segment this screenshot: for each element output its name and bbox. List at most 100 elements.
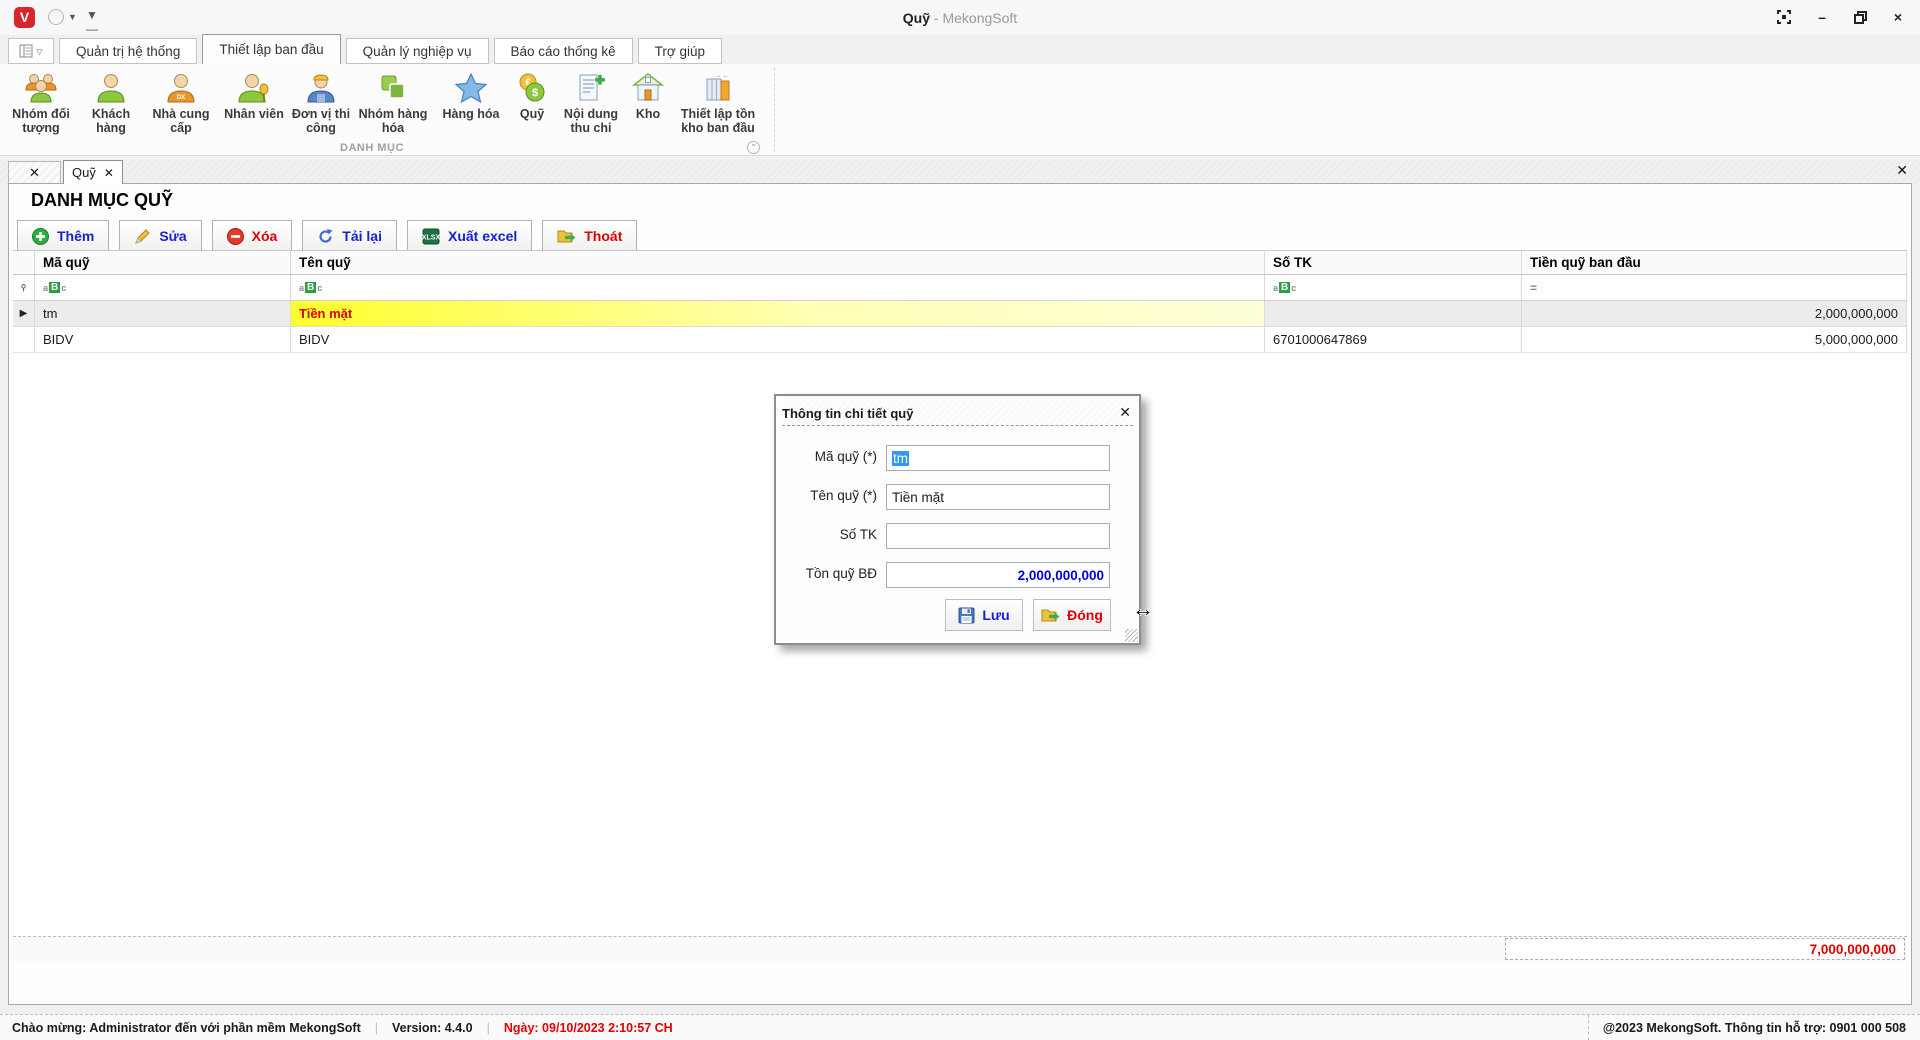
statusbar-divider [1587, 1015, 1589, 1040]
dialog-close-icon[interactable]: ✕ [1119, 404, 1131, 421]
ribbon-group-danh-muc: Nhóm đối tượng Khách hàng DX Nhà cung cấ… [0, 64, 774, 156]
tab-close-icon[interactable]: ✕ [104, 166, 114, 180]
them-button[interactable]: Thêm [17, 220, 110, 252]
cell-ma-quy[interactable]: BIDV [35, 327, 291, 352]
cell-ten-quy[interactable]: Tiền mặt [291, 301, 1265, 326]
filter-cell-ma-quy[interactable]: aBc [35, 275, 291, 300]
ma-quy-input[interactable]: tm [886, 445, 1110, 471]
column-header-so-tk[interactable]: Số TK [1265, 251, 1522, 274]
cell-so-tk[interactable]: 6701000647869 [1265, 327, 1522, 352]
cell-tien-quy[interactable]: 2,000,000,000 [1522, 301, 1907, 326]
grid-header-row: Mã quỹ Tên quỹ Số TK Tiền quỹ ban đầu [13, 251, 1907, 275]
menu-apps-button[interactable]: ▽ [8, 38, 54, 64]
text-filter-icon: aBc [299, 282, 323, 293]
document-tab-quy[interactable]: Quỹ ✕ [63, 160, 123, 184]
ribbon-item-kho[interactable]: Kho [626, 70, 670, 121]
window-title-main: Quỹ [902, 9, 931, 26]
tabstrip-close-icon[interactable]: ✕ [1896, 162, 1908, 179]
column-header-ten-quy[interactable]: Tên quỹ [291, 251, 1265, 274]
row-indicator-cell [13, 327, 35, 352]
fit-screen-icon [1777, 10, 1791, 24]
tab-tro-giup[interactable]: Trợ giúp [637, 38, 722, 64]
ribbon-item-nhom-doi-tuong[interactable]: Nhóm đối tượng [4, 70, 78, 135]
tab-bao-cao-thong-ke[interactable]: Báo cáo thống kê [493, 38, 633, 64]
dialog-resize-grip[interactable] [1125, 629, 1138, 642]
text-filter-icon: aBc [43, 282, 67, 293]
thoat-button[interactable]: Thoát [542, 220, 638, 252]
minimize-button[interactable]: – [1810, 6, 1834, 28]
button-label: Sửa [159, 228, 187, 244]
svg-text:$: $ [532, 87, 538, 99]
statusbar-version: Version: 4.4.0 [392, 1020, 473, 1035]
ribbon-item-noi-dung-thu-chi[interactable]: Nội dung thu chi [556, 70, 626, 135]
quick-access-circle-icon[interactable] [48, 9, 64, 25]
ribbon-item-thiet-lap-ton-kho[interactable]: → ← Thiết lập tồn kho ban đầu [670, 70, 766, 135]
so-tk-input[interactable] [886, 523, 1110, 549]
sua-button[interactable]: Sửa [119, 220, 202, 252]
statusbar-welcome: Chào mừng: Administrator đến với phần mề… [12, 1020, 361, 1035]
fit-screen-button[interactable] [1772, 6, 1796, 28]
xuat-excel-button[interactable]: XLSX Xuất excel [406, 220, 533, 252]
ribbon-item-nhan-vien[interactable]: Nhân viên [218, 70, 290, 121]
button-label: Thoát [584, 228, 623, 244]
cell-so-tk[interactable] [1265, 301, 1522, 326]
ribbon: Nhóm đối tượng Khách hàng DX Nhà cung cấ… [0, 64, 1920, 156]
ribbon-item-nha-cung-cap[interactable]: DX Nhà cung cấp [144, 70, 218, 135]
tab-thiet-lap-ban-dau[interactable]: Thiết lập ban đầu [202, 34, 341, 64]
filter-cell-tien-quy[interactable]: = [1522, 275, 1907, 300]
ribbon-item-hang-hoa[interactable]: Hàng hóa [434, 70, 508, 121]
filter-cell-ten-quy[interactable]: aBc [291, 275, 1265, 300]
luu-button[interactable]: Lưu [945, 599, 1023, 631]
resize-cursor-icon: ↔ [1132, 596, 1154, 621]
tab-quan-tri-he-thong[interactable]: Quản trị hệ thống [59, 38, 198, 64]
highlighted-text: Tiền mặt [299, 306, 353, 321]
quick-access-customize-icon[interactable]: ▼ — [86, 8, 98, 36]
statusbar-copyright: @2023 MekongSoft. Thông tin hỗ trợ: 0901… [1602, 1020, 1906, 1035]
filter-cell-so-tk[interactable]: aBc [1265, 275, 1522, 300]
close-button[interactable]: × [1886, 6, 1910, 28]
dialog-titlebar[interactable]: Thông tin chi tiết quỹ ✕ [782, 401, 1133, 426]
table-row-bidv[interactable]: BIDV BIDV 6701000647869 5,000,000,000 [13, 327, 1907, 353]
menu-grid-icon [19, 44, 33, 58]
table-row-tm[interactable]: ▶ tm Tiền mặt 2,000,000,000 [13, 301, 1907, 327]
ribbon-item-label: Quỹ [519, 107, 545, 121]
ribbon-item-nhom-hang-hoa[interactable]: Nhóm hàng hóa [352, 70, 434, 135]
ribbon-item-label: Nhóm hàng hóa [358, 107, 428, 135]
supplier-icon: DX [167, 74, 195, 103]
header-indicator-cell [13, 251, 35, 274]
svg-text:→ ←: → ← [715, 73, 729, 79]
cell-ma-quy[interactable]: tm [35, 301, 291, 326]
close-folder-icon [1041, 609, 1060, 622]
restore-button[interactable] [1848, 6, 1872, 28]
quick-access-dropdown-icon[interactable]: ▼ [68, 12, 77, 22]
field-label: Mã quỹ (*) [814, 449, 877, 464]
column-header-ma-quy[interactable]: Mã quỹ [35, 251, 291, 274]
ribbon-item-don-vi-thi-cong[interactable]: Đơn vị thi công [290, 70, 352, 135]
statusbar-separator: | [374, 1020, 378, 1035]
cell-ten-quy[interactable]: BIDV [291, 327, 1265, 352]
close-all-tabs-button[interactable]: ✕ [8, 161, 61, 184]
column-header-tien-quy-ban-dau[interactable]: Tiền quỹ ban đầu [1522, 251, 1907, 274]
ribbon-collapse-icon[interactable]: ⌃ [747, 141, 760, 154]
dialog-title: Thông tin chi tiết quỹ [782, 405, 914, 421]
tai-lai-button[interactable]: Tải lại [302, 220, 397, 252]
window-titlebar: V ▼ ▼ — Quỹ - MekongSoft – × [0, 0, 1920, 36]
button-label: Tải lại [342, 228, 382, 244]
xoa-button[interactable]: Xóa [211, 220, 293, 252]
grid-footer: 7,000,000,000 [13, 936, 1907, 962]
ten-quy-input[interactable]: Tiền mặt [886, 484, 1110, 510]
worker-icon [307, 74, 335, 103]
ton-quy-bd-input[interactable]: 2,000,000,000 [886, 562, 1110, 588]
ribbon-item-quy[interactable]: € $ Quỹ [508, 70, 556, 121]
tab-quan-ly-nghiep-vu[interactable]: Quản lý nghiệp vụ [345, 38, 489, 64]
ribbon-group-caption: DANH MỤC [340, 142, 404, 154]
dong-button[interactable]: Đóng [1033, 599, 1111, 631]
current-row-arrow-icon: ▶ [19, 308, 28, 319]
warehouse-icon [632, 73, 664, 101]
pushpin-icon [21, 283, 26, 291]
selected-text: tm [892, 450, 909, 466]
app-logo-icon[interactable]: V [14, 7, 35, 28]
customer-icon [97, 74, 125, 103]
ribbon-item-khach-hang[interactable]: Khách hàng [78, 70, 144, 135]
cell-tien-quy[interactable]: 5,000,000,000 [1522, 327, 1907, 352]
